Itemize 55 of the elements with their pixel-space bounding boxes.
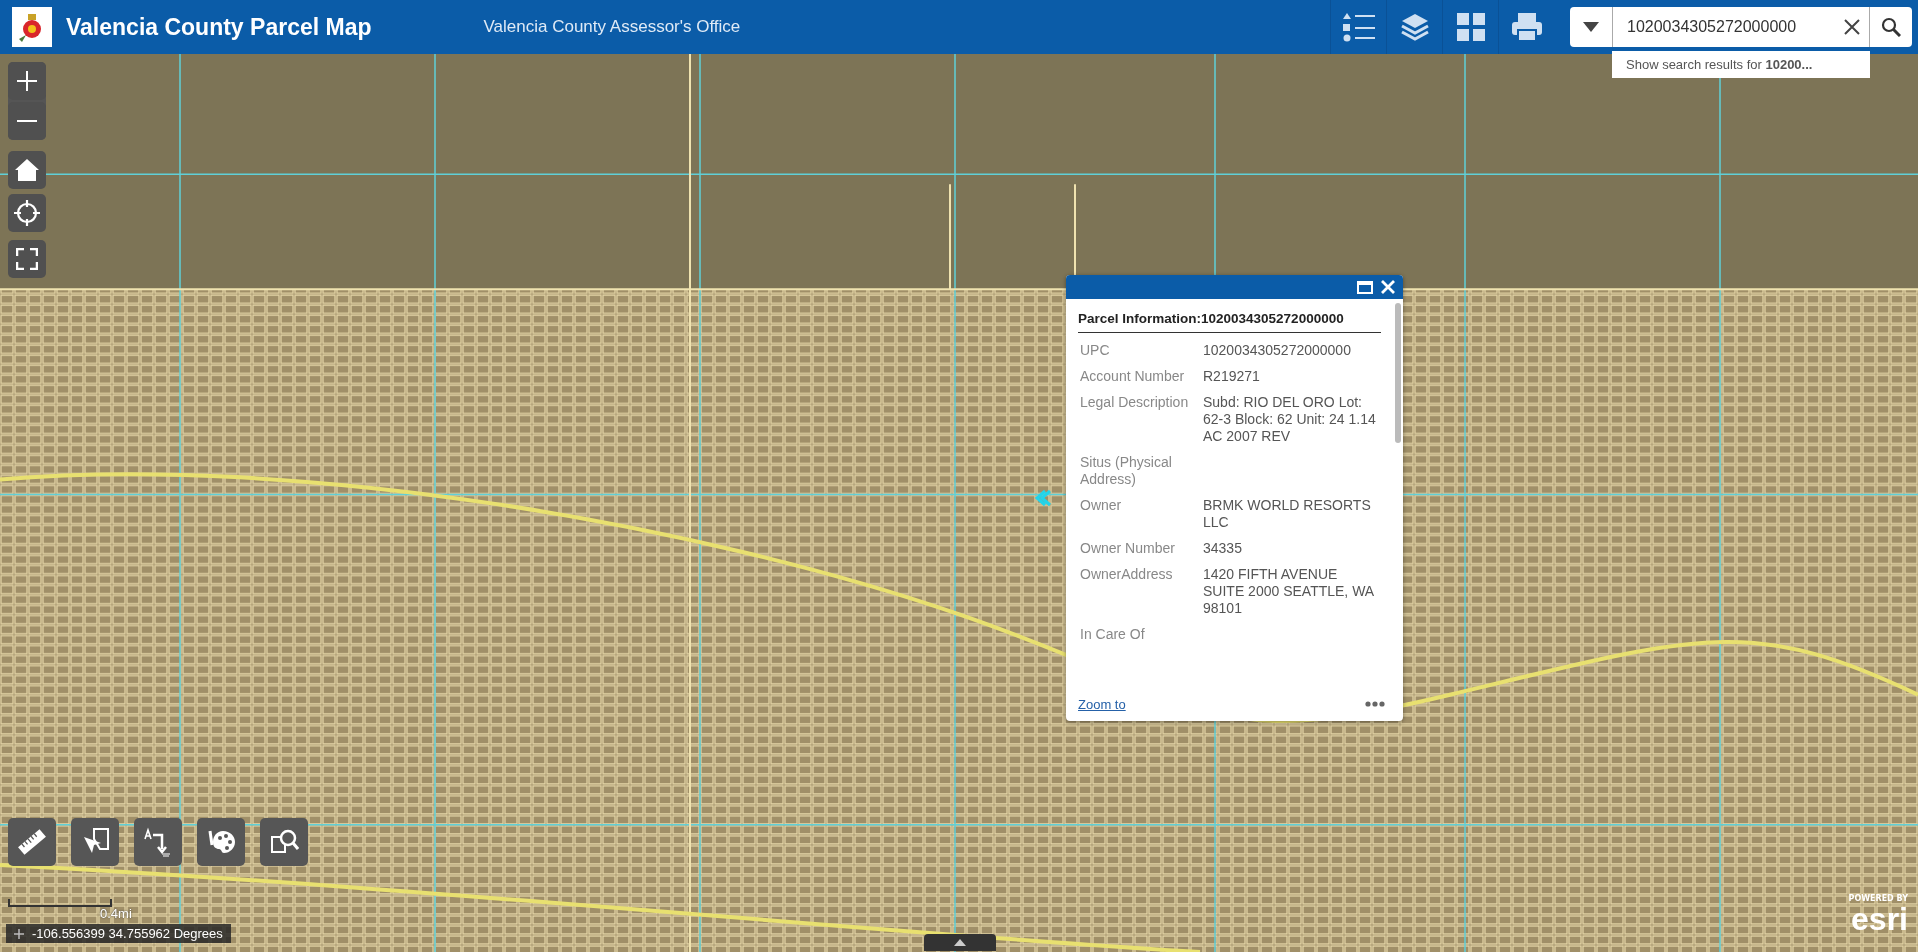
field-value: 1020034305272000000 xyxy=(1203,342,1352,359)
app-subtitle: Valencia County Assessor's Office xyxy=(483,17,741,37)
field-label: Owner xyxy=(1079,497,1123,515)
field-label: OwnerAddress xyxy=(1079,566,1174,584)
panel-toggle-button[interactable] xyxy=(924,934,996,951)
caret-up-icon xyxy=(954,939,966,946)
dropdown-button[interactable] xyxy=(1570,7,1612,47)
query-button[interactable] xyxy=(260,818,308,866)
directions-button[interactable] xyxy=(134,818,182,866)
coordinates-text: -106.556399 34.755962 Degrees xyxy=(32,926,223,941)
attribution-text: POWERED BY xyxy=(1848,894,1908,903)
field-value: 1420 FIFTH AVENUE SUITE 2000 SEATTLE, WA 98101 xyxy=(1203,566,1375,617)
scale-label: 0.4mi xyxy=(100,906,132,921)
satellite-map-placeholder[interactable] xyxy=(0,54,1918,952)
field-label: Situs (Physical Address) xyxy=(1079,454,1173,488)
close-icon xyxy=(1843,19,1860,35)
field-label: UPC xyxy=(1079,342,1111,359)
clear-button[interactable] xyxy=(1834,7,1870,47)
scrollbar[interactable] xyxy=(1395,303,1401,443)
select-button[interactable] xyxy=(71,818,119,866)
app-title: Valencia County Parcel Map xyxy=(66,13,372,41)
zoom-out-button[interactable] xyxy=(8,102,46,140)
crosshair-icon xyxy=(14,928,24,939)
search-field[interactable]: 1020034305272000000 xyxy=(1612,7,1834,47)
field-value: BRMK WORLD RESORTS LLC xyxy=(1203,497,1372,531)
field-label: Legal Description xyxy=(1079,394,1190,412)
caret-icon xyxy=(1583,22,1599,32)
a-to-b-icon xyxy=(143,827,173,857)
crosshair-icon xyxy=(14,200,40,226)
style-button[interactable] xyxy=(197,818,245,866)
county-seal-icon xyxy=(12,7,52,47)
locate-button[interactable] xyxy=(8,194,46,232)
search-icon xyxy=(1881,17,1901,37)
minus-icon xyxy=(17,119,37,123)
plus-icon xyxy=(17,71,37,91)
field-label: Owner Number xyxy=(1079,540,1176,557)
field-value: 34335 xyxy=(1203,540,1243,557)
fullscreen-icon xyxy=(16,248,38,270)
zoom-in-button[interactable] xyxy=(8,62,46,100)
home-button[interactable] xyxy=(8,151,46,189)
fullscreen-button[interactable] xyxy=(8,240,46,278)
search-button[interactable] xyxy=(1870,7,1912,47)
close-icon[interactable] xyxy=(1381,280,1395,294)
field-value: R219271 xyxy=(1203,368,1261,385)
measure-button[interactable] xyxy=(8,818,56,866)
maximize-icon[interactable] xyxy=(1357,280,1373,294)
search-suggestion[interactable]: Show search results for 10200... xyxy=(1612,51,1870,78)
field-label: Account Number xyxy=(1079,368,1186,385)
more-icon[interactable] xyxy=(1365,701,1385,707)
zoom-to-link[interactable]: Zoom to xyxy=(1078,696,1126,712)
selection-marker-icon xyxy=(1033,489,1051,507)
field-value: Subd: RIO DEL ORO Lot: 62-3 Block: 62 Unit: 24 1.14 AC 2007 REV xyxy=(1203,394,1377,445)
field-label: In Care Of xyxy=(1079,626,1146,643)
popup-title: Parcel Information:1020034305272000000 xyxy=(1078,311,1381,333)
home-icon xyxy=(15,159,39,181)
